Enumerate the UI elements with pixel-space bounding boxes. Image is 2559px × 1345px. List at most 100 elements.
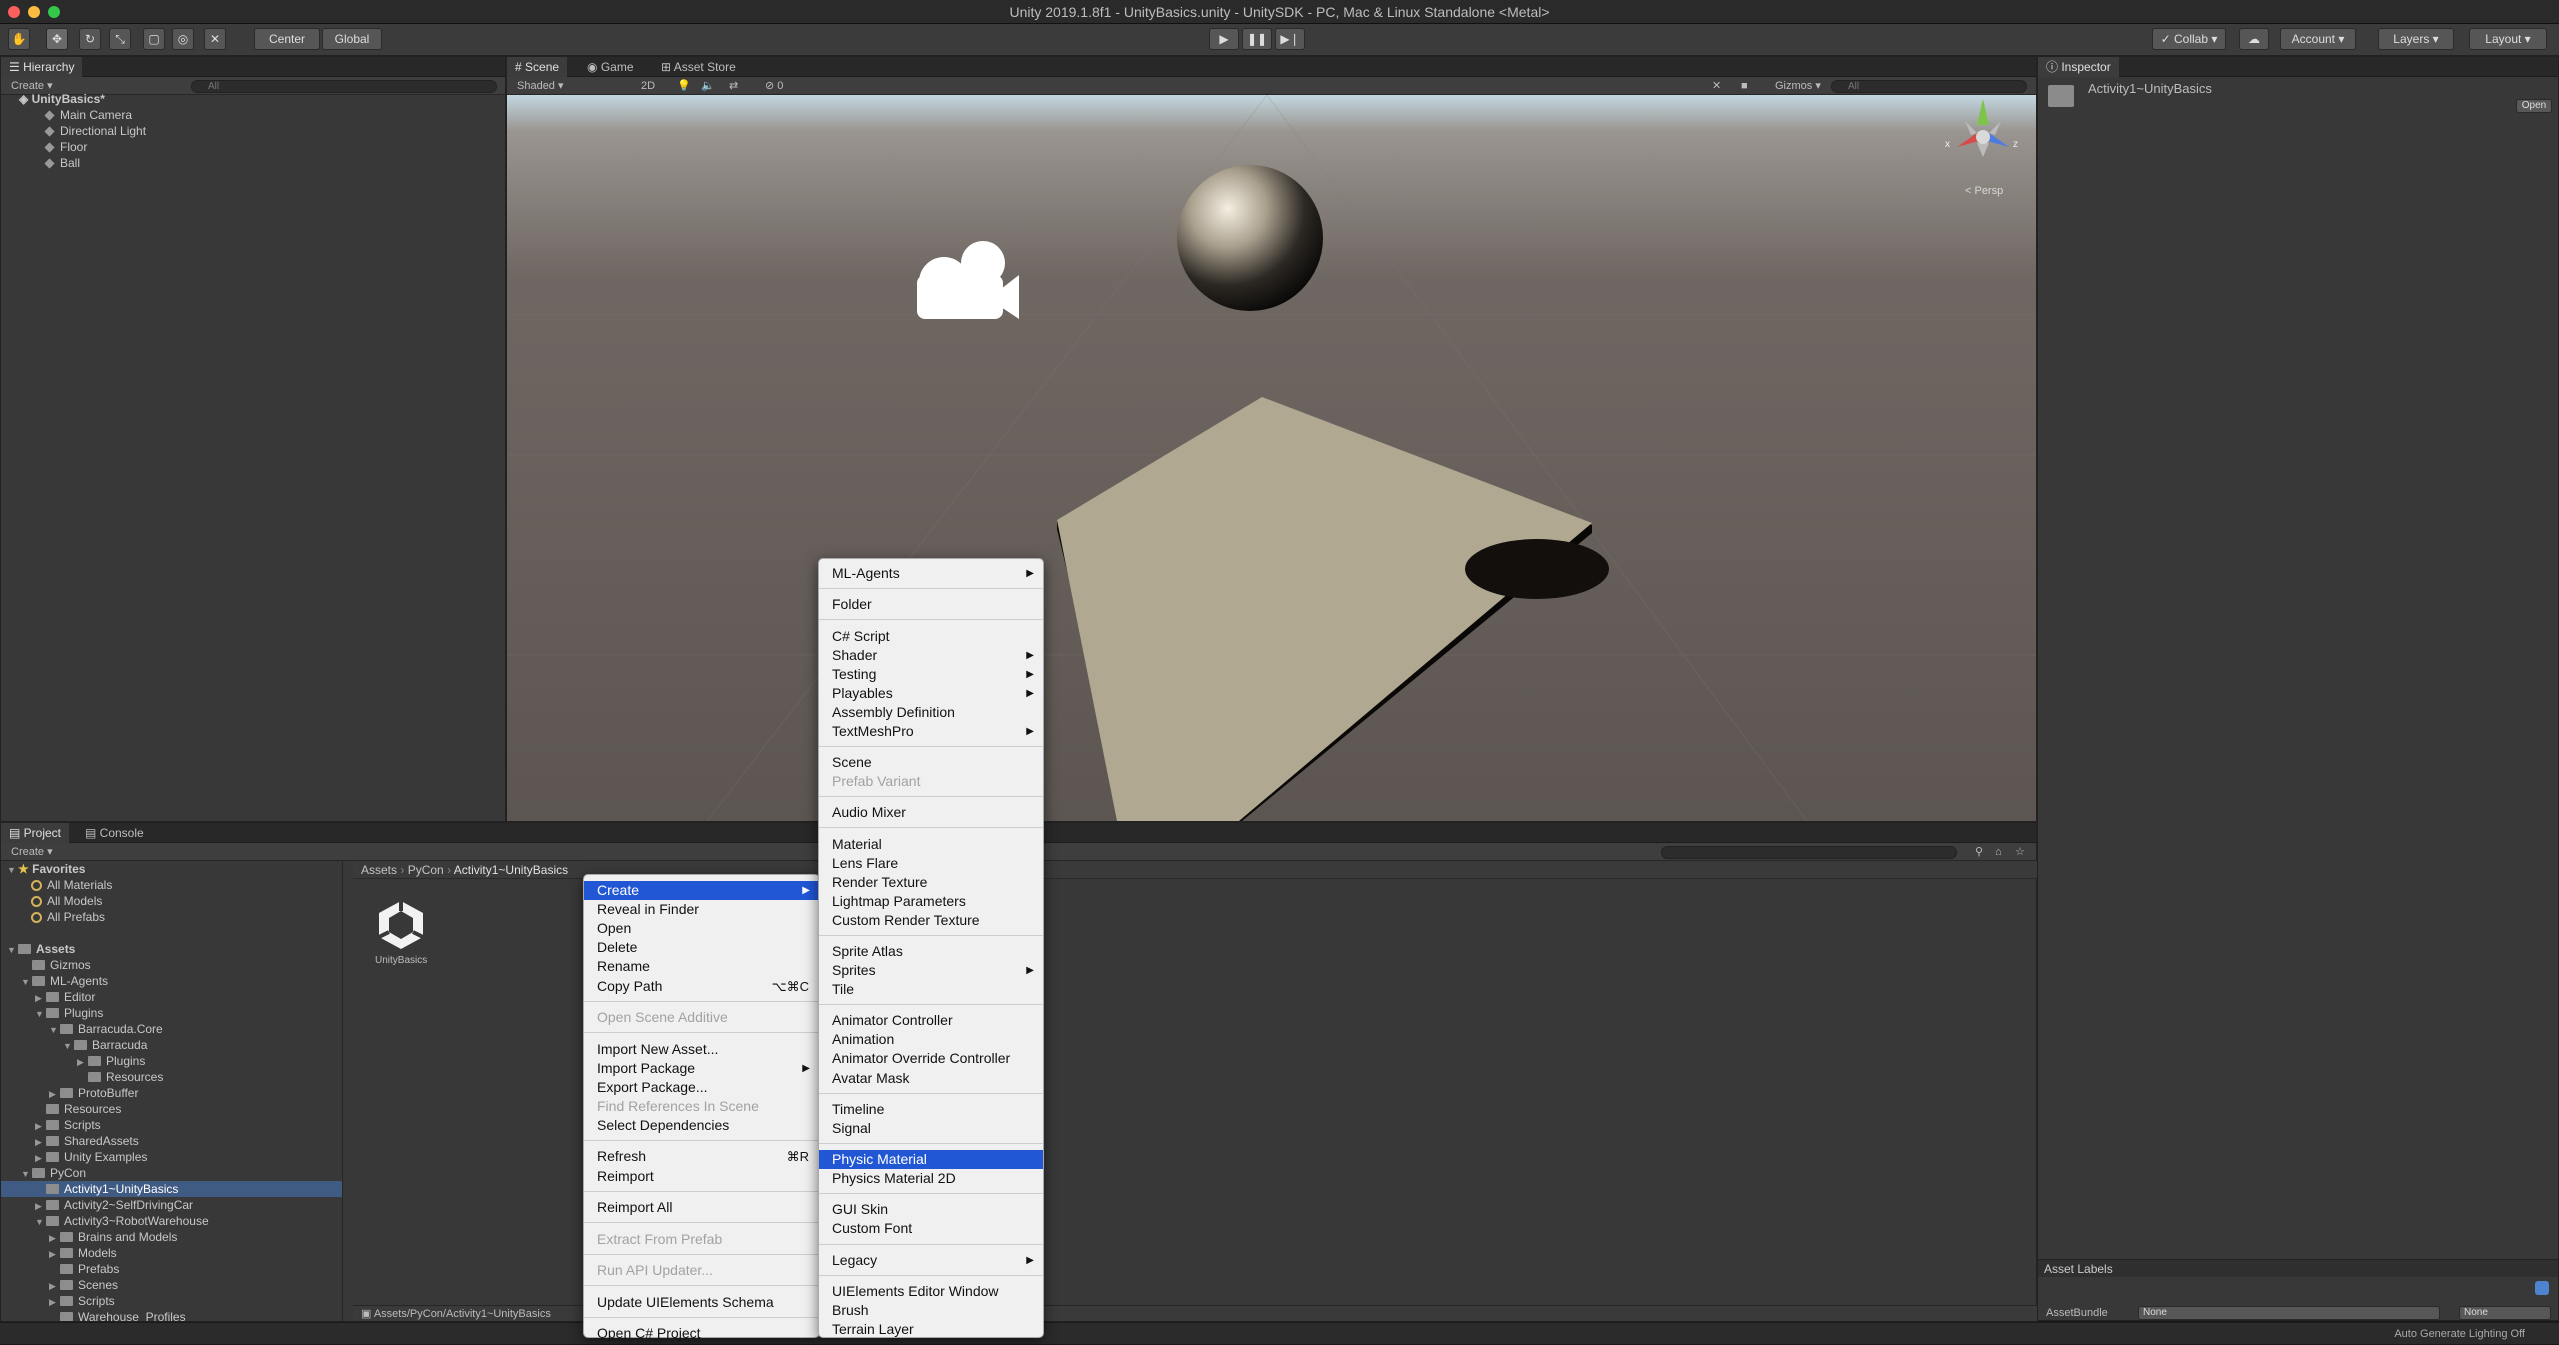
asset-bundle-variant-dropdown[interactable]: None [2459,1306,2551,1320]
menu-item-rename[interactable]: Rename [584,957,819,976]
create-item-avatar-mask[interactable]: Avatar Mask [819,1069,1043,1088]
menu-item-import-package[interactable]: Import Package ▶ [584,1059,819,1078]
menu-item-delete[interactable]: Delete [584,938,819,957]
project-tree-item[interactable]: ▶ Activity2~SelfDrivingCar [1,1197,342,1213]
project-tree-item[interactable]: Prefabs [1,1261,342,1277]
create-item-ml-agents[interactable]: ML-Agents ▶ [819,564,1043,583]
create-item-uielements-editor-window[interactable]: UIElements Editor Window [819,1282,1043,1301]
expand-arrow-icon[interactable]: ▶ [49,1246,60,1262]
project-tree-item[interactable]: ▼ Barracuda [1,1037,342,1054]
favorite-all-prefabs[interactable]: All Prefabs [31,909,105,925]
expand-arrow-icon[interactable]: ▼ [63,1038,74,1054]
rect-tool-icon[interactable]: ▢ [143,28,165,50]
expand-arrow-icon[interactable]: ▶ [35,990,46,1006]
breadcrumb-activity1[interactable]: Activity1~UnityBasics [454,863,568,877]
create-item-sprites[interactable]: Sprites ▶ [819,961,1043,980]
project-create-button[interactable]: Create ▾ [11,843,53,861]
pivot-mode-button[interactable]: Center [254,28,320,50]
project-tree-item[interactable]: ▶ Brains and Models [1,1229,342,1246]
scale-tool-icon[interactable]: ⤡ [109,28,131,50]
create-item-tile[interactable]: Tile [819,980,1043,999]
tag-icon[interactable] [2535,1281,2549,1295]
close-window-button[interactable] [8,6,20,18]
expand-arrow-icon[interactable]: ▼ [49,1022,60,1038]
create-item-c-script[interactable]: C# Script [819,627,1043,646]
create-item-brush[interactable]: Brush [819,1301,1043,1320]
project-tree-item[interactable]: ▶ Scripts [1,1293,342,1310]
expand-arrow-icon[interactable]: ▶ [49,1278,60,1294]
create-item-sprite-atlas[interactable]: Sprite Atlas [819,942,1043,961]
create-item-animator-override-controller[interactable]: Animator Override Controller [819,1049,1043,1068]
create-item-custom-render-texture[interactable]: Custom Render Texture [819,911,1043,930]
create-item-testing[interactable]: Testing ▶ [819,665,1043,684]
project-tree-item[interactable]: ▼ ML-Agents [1,973,342,990]
expand-arrow-icon[interactable]: ▼ [21,974,32,990]
expand-arrow-icon[interactable]: ▶ [49,1230,60,1246]
project-tree-item[interactable]: Activity1~UnityBasics [1,1181,342,1197]
favorites-header[interactable]: ▼ ★ Favorites [7,861,85,877]
menu-item-export-package[interactable]: Export Package... [584,1078,819,1097]
create-item-audio-mixer[interactable]: Audio Mixer [819,803,1043,822]
layers-dropdown[interactable]: Layers ▾ [2378,28,2454,50]
tab-hierarchy[interactable]: ☰ Hierarchy [1,57,83,77]
create-item-timeline[interactable]: Timeline [819,1100,1043,1119]
tab-asset-store[interactable]: ⊞ Asset Store [653,57,744,77]
tab-project[interactable]: ▤ Project [1,823,70,843]
move-tool-icon[interactable]: ✥ [46,28,68,50]
create-item-playables[interactable]: Playables ▶ [819,684,1043,703]
project-tree-item[interactable]: Resources [1,1101,342,1117]
transform-tool-icon[interactable]: ◎ [172,28,194,50]
expand-arrow-icon[interactable]: ▼ [35,1006,46,1022]
projection-label[interactable]: < Persp [1965,185,2003,197]
play-button[interactable]: ▶ [1209,28,1239,50]
layout-dropdown[interactable]: Layout ▾ [2469,28,2547,50]
hidden-objects-toggle[interactable]: ⊘ 0 [765,77,783,95]
create-item-lightmap-parameters[interactable]: Lightmap Parameters [819,892,1043,911]
asset-bundle-dropdown[interactable]: None [2138,1306,2440,1320]
scene-search-input[interactable]: All [1831,80,2027,93]
mode-2d-toggle[interactable]: 2D [641,77,655,95]
effects-toggle-icon[interactable]: ⇄ [729,77,738,95]
shading-mode-dropdown[interactable]: Shaded ▾ [517,77,564,95]
menu-item-import-new-asset[interactable]: Import New Asset... [584,1040,819,1059]
create-item-render-texture[interactable]: Render Texture [819,873,1043,892]
project-tree-item[interactable]: ▶ Unity Examples [1,1149,342,1166]
tab-scene[interactable]: # Scene [507,57,568,77]
pivot-rotation-button[interactable]: Global [322,28,382,50]
gizmos-dropdown[interactable]: Gizmos ▾ [1775,77,1821,95]
create-item-gui-skin[interactable]: GUI Skin [819,1200,1043,1219]
hierarchy-item-directional-light[interactable]: Directional Light [44,123,146,139]
camera-icon[interactable]: ■ [1741,77,1748,95]
expand-arrow-icon[interactable]: ▶ [35,1134,46,1150]
create-item-folder[interactable]: Folder [819,595,1043,614]
assets-root[interactable]: ▼ Assets [7,941,75,957]
menu-item-refresh[interactable]: Refresh ⌘R [584,1147,819,1166]
project-search-input[interactable] [1661,846,1957,859]
create-item-physic-material[interactable]: Physic Material [819,1150,1043,1170]
tools-icon[interactable]: ✕ [1712,77,1721,95]
collab-dropdown[interactable]: ✓ Collab ▾ [2152,28,2226,50]
menu-item-reimport[interactable]: Reimport [584,1167,819,1186]
filter-by-label-icon[interactable]: ⌂ [1995,843,2002,861]
tab-game[interactable]: ◉ Game [579,57,642,77]
audio-toggle-icon[interactable]: 🔈 [701,77,715,95]
expand-arrow-icon[interactable]: ▶ [49,1294,60,1310]
create-item-physics-material-2d[interactable]: Physics Material 2D [819,1169,1043,1188]
expand-arrow-icon[interactable]: ▶ [35,1150,46,1166]
create-item-legacy[interactable]: Legacy ▶ [819,1251,1043,1270]
tab-console[interactable]: ▤ Console [77,823,152,843]
create-item-material[interactable]: Material [819,835,1043,854]
menu-item-reveal-in-finder[interactable]: Reveal in Finder [584,900,819,919]
create-item-scene[interactable]: Scene [819,753,1043,772]
filter-by-type-icon[interactable]: ⚲ [1975,843,1983,861]
create-item-custom-font[interactable]: Custom Font [819,1219,1043,1238]
cloud-icon[interactable]: ☁ [2239,28,2269,50]
project-tree-item[interactable]: Resources [1,1069,342,1085]
open-asset-button[interactable]: Open [2516,99,2552,113]
hierarchy-item-main-camera[interactable]: Main Camera [44,107,132,123]
create-item-lens-flare[interactable]: Lens Flare [819,854,1043,873]
project-tree-item[interactable]: ▼ Activity3~RobotWarehouse [1,1213,342,1229]
menu-item-open[interactable]: Open [584,919,819,938]
create-item-signal[interactable]: Signal [819,1119,1043,1138]
project-tree-item[interactable]: ▼ PyCon [1,1165,342,1181]
